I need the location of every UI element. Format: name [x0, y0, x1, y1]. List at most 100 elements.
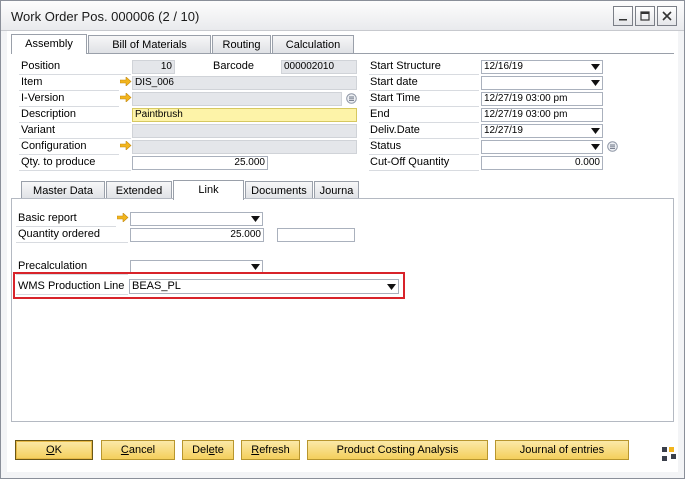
chevron-down-icon	[387, 284, 396, 290]
subtab-documents[interactable]: Documents	[245, 181, 313, 199]
label-underline	[16, 294, 128, 295]
label-underline	[19, 138, 131, 139]
choose-list-icon[interactable]	[607, 141, 618, 152]
ok-button-label: K	[54, 444, 62, 456]
link-arrow-icon[interactable]	[120, 93, 132, 102]
precalculation-label: Precalculation	[18, 260, 88, 272]
label-underline	[369, 138, 479, 139]
configuration-field[interactable]	[132, 140, 357, 154]
window-title: Work Order Pos. 000006 (2 / 10)	[11, 9, 200, 24]
chevron-down-icon	[591, 128, 600, 134]
label-underline	[19, 122, 131, 123]
link-arrow-icon[interactable]	[117, 213, 129, 222]
deliv-date-label: Deliv.Date	[370, 124, 420, 136]
cancel-button-mnemonic: C	[120, 444, 129, 456]
tab-routing[interactable]: Routing	[212, 35, 271, 53]
barcode-field[interactable]: 000002010	[281, 60, 357, 74]
description-label: Description	[21, 108, 77, 120]
start-structure-value: 12/16/19	[484, 61, 523, 72]
choose-list-icon[interactable]	[346, 93, 357, 104]
label-underline	[369, 74, 479, 75]
start-time-label: Start Time	[370, 92, 421, 104]
tab-strip-divider	[11, 53, 674, 54]
label-underline	[19, 106, 119, 107]
product-costing-analysis-button[interactable]: Product Costing Analysis	[307, 440, 488, 460]
start-date-label: Start date	[370, 76, 418, 88]
configuration-label: Configuration	[21, 140, 87, 152]
label-underline	[369, 170, 479, 171]
refresh-button-label: efresh	[259, 444, 290, 456]
ok-button-mnemonic: O	[46, 444, 55, 456]
item-field[interactable]: DIS_006	[132, 76, 357, 90]
label-underline	[19, 90, 119, 91]
cancel-button-label: ancel	[128, 444, 156, 456]
label-underline	[19, 170, 131, 171]
chevron-down-icon	[591, 80, 600, 86]
wms-production-line-value: BEAS_PL	[132, 280, 181, 292]
description-field[interactable]: Paintbrush	[132, 108, 357, 122]
tab-calculation[interactable]: Calculation	[272, 35, 354, 53]
chevron-down-icon	[251, 264, 260, 270]
qty-to-produce-label: Qty. to produce	[21, 156, 96, 168]
chevron-down-icon	[251, 216, 260, 222]
status-dropdown[interactable]	[481, 140, 603, 154]
minimize-icon[interactable]	[613, 6, 633, 26]
i-version-label: I-Version	[21, 92, 65, 104]
basic-report-dropdown[interactable]	[130, 212, 263, 226]
cancel-button[interactable]: Cancel	[101, 440, 175, 460]
delete-button[interactable]: Delete	[182, 440, 234, 460]
position-label: Position	[21, 60, 61, 72]
cutoff-quantity-field[interactable]: 0.000	[481, 156, 603, 170]
wms-production-line-dropdown[interactable]: BEAS_PL	[129, 279, 399, 294]
journal-of-entries-button[interactable]: Journal of entries	[495, 440, 629, 460]
quantity-ordered-field[interactable]: 25.000	[130, 228, 264, 242]
label-underline	[19, 154, 119, 155]
resize-grip-icon[interactable]	[661, 446, 677, 462]
link-arrow-icon[interactable]	[120, 141, 132, 150]
tab-assembly[interactable]: Assembly	[11, 34, 87, 54]
subtab-link[interactable]: Link	[173, 180, 244, 200]
subtab-extended[interactable]: Extended	[106, 181, 172, 199]
refresh-button-mnemonic: R	[251, 444, 260, 456]
wms-production-line-label: WMS Production Line	[18, 280, 125, 292]
link-arrow-icon[interactable]	[120, 77, 132, 86]
quantity-ordered-label: Quantity ordered	[18, 228, 100, 240]
end-label: End	[370, 108, 390, 120]
ok-button[interactable]: OK	[15, 440, 93, 460]
delete-button-label-start: Del	[192, 444, 209, 456]
maximize-icon[interactable]	[635, 6, 655, 26]
status-label: Status	[370, 140, 402, 152]
refresh-button[interactable]: Refresh	[241, 440, 300, 460]
tab-bill-of-materials[interactable]: Bill of Materials	[88, 35, 211, 53]
variant-field[interactable]	[132, 124, 357, 138]
item-label: Item	[21, 76, 43, 88]
quantity-ordered-extra-field[interactable]	[277, 228, 355, 242]
label-underline	[369, 122, 479, 123]
deliv-date-value: 12/27/19	[484, 125, 523, 136]
label-underline	[369, 90, 479, 91]
start-time-field[interactable]: 12/27/19 03:00 pm	[481, 92, 603, 106]
label-underline	[16, 226, 116, 227]
variant-label: Variant	[21, 124, 56, 136]
basic-report-label: Basic report	[18, 212, 77, 224]
subtab-journal[interactable]: Journa	[314, 181, 359, 199]
close-icon[interactable]	[657, 6, 677, 26]
form-body: Assembly Bill of Materials Routing Calcu…	[7, 31, 678, 472]
start-structure-dropdown[interactable]: 12/16/19	[481, 60, 603, 74]
position-field[interactable]: 10	[132, 60, 175, 74]
start-structure-label: Start Structure	[370, 60, 441, 72]
start-date-dropdown[interactable]	[481, 76, 603, 90]
qty-to-produce-field[interactable]: 25.000	[132, 156, 268, 170]
subtab-master-data[interactable]: Master Data	[21, 181, 105, 199]
title-bar[interactable]: Work Order Pos. 000006 (2 / 10)	[1, 1, 684, 31]
deliv-date-dropdown[interactable]: 12/27/19	[481, 124, 603, 138]
delete-button-label-end: te	[214, 444, 224, 456]
barcode-label: Barcode	[213, 60, 254, 72]
chevron-down-icon	[591, 64, 600, 70]
label-underline	[369, 106, 479, 107]
i-version-field[interactable]	[132, 92, 342, 106]
label-underline	[369, 154, 479, 155]
end-field[interactable]: 12/27/19 03:00 pm	[481, 108, 603, 122]
cutoff-quantity-label: Cut-Off Quantity	[370, 156, 450, 168]
label-underline	[16, 242, 128, 243]
